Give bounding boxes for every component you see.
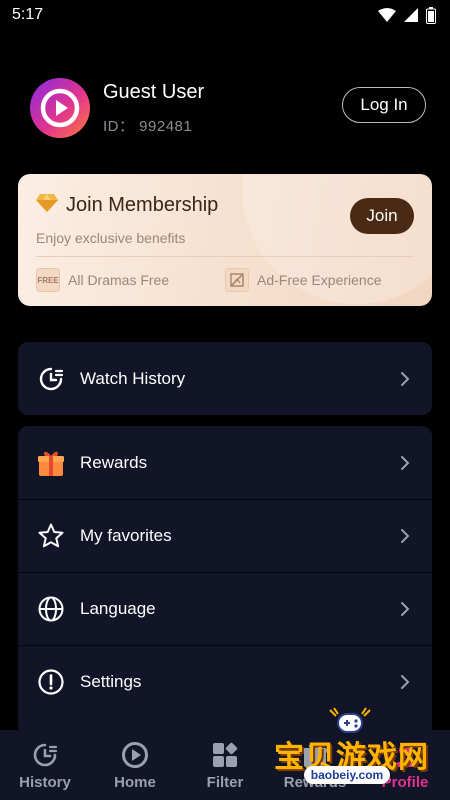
battery-icon <box>426 6 436 24</box>
free-badge-icon: FREE <box>36 268 60 292</box>
play-icon <box>120 740 150 770</box>
signal-icon <box>404 8 418 22</box>
ad-free-icon <box>225 268 249 292</box>
feature-label: Ad-Free Experience <box>257 272 382 288</box>
login-button[interactable]: Log In <box>342 87 426 123</box>
clock-history-icon <box>36 364 66 394</box>
menu-item-label: My favorites <box>80 526 172 545</box>
user-name: Guest User <box>103 80 205 103</box>
globe-icon <box>36 594 66 624</box>
chevron-right-icon <box>398 453 412 473</box>
filter-grid-icon <box>210 740 240 770</box>
feature-ad-free: Ad-Free Experience <box>225 268 382 292</box>
info-icon <box>36 667 66 697</box>
watermark: 宝贝游戏网 baobeiy.com <box>268 706 438 794</box>
status-bar: 5:17 <box>0 0 450 30</box>
join-button[interactable]: Join <box>350 198 414 234</box>
menu-card-primary: Watch History <box>18 342 432 415</box>
menu-item-label: Language <box>80 599 156 618</box>
gift-icon <box>36 448 66 478</box>
menu-item-label: Rewards <box>80 452 148 472</box>
diamond-icon <box>36 194 58 217</box>
avatar[interactable] <box>30 78 90 138</box>
feature-label: All Dramas Free <box>68 272 170 288</box>
tab-label: History <box>19 773 71 791</box>
chevron-right-icon <box>398 599 412 619</box>
chevron-right-icon <box>398 369 412 389</box>
membership-title: Join Membership <box>66 194 219 216</box>
menu-item-language[interactable]: Language <box>18 572 432 645</box>
menu-card-secondary: Rewards My favorites Language Settings <box>18 426 432 736</box>
membership-subtitle: Enjoy exclusive benefits <box>36 230 186 246</box>
wifi-icon <box>378 8 396 22</box>
watermark-url: baobeiy.com <box>304 766 390 784</box>
tab-label: Filter <box>206 773 244 791</box>
menu-item-my-favorites[interactable]: My favorites <box>18 499 432 572</box>
star-icon <box>36 521 66 551</box>
feature-all-dramas-free: FREE All Dramas Free <box>36 268 169 292</box>
app-logo-icon <box>40 88 80 128</box>
tab-home[interactable]: Home <box>90 740 180 791</box>
chevron-right-icon <box>398 526 412 546</box>
status-icons <box>378 6 436 24</box>
tab-history[interactable]: History <box>0 740 90 791</box>
membership-divider <box>36 256 414 257</box>
tab-label: Home <box>114 773 156 791</box>
profile-header: Guest User ID： 992481 Log In <box>30 78 426 138</box>
status-time: 5:17 <box>12 6 44 23</box>
menu-item-rewards[interactable]: Rewards <box>18 426 432 499</box>
menu-item-watch-history[interactable]: Watch History <box>18 342 432 415</box>
clock-history-icon <box>30 740 60 770</box>
menu-item-label: Settings <box>80 672 142 691</box>
membership-card[interactable]: Join Membership Enjoy exclusive benefits… <box>18 174 432 306</box>
menu-item-label: Watch History <box>80 368 186 388</box>
chevron-right-icon <box>398 672 412 692</box>
user-id: ID： 992481 <box>103 117 193 135</box>
tab-filter[interactable]: Filter <box>180 740 270 791</box>
